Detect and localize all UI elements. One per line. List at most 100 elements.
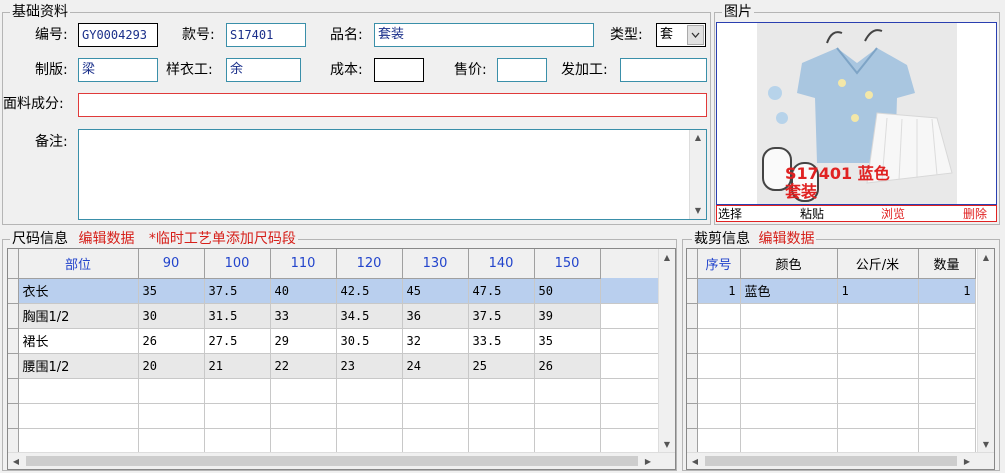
row-header[interactable] [8,378,19,404]
row-header[interactable] [687,328,698,354]
table-cell[interactable]: 23 [336,353,403,379]
pattern-field[interactable]: 梁 [78,58,158,82]
table-cell[interactable]: 22 [270,353,337,379]
table-cell[interactable]: 胸围1/2 [18,303,139,329]
table-cell[interactable]: 26 [138,328,205,354]
size-grid-hscroll-thumb[interactable] [26,456,638,466]
table-cell[interactable] [138,403,205,429]
table-cell[interactable]: 33 [270,303,337,329]
cut-grid-hscroll-thumb[interactable] [705,456,957,466]
col-header-part[interactable]: 部位 [18,249,139,279]
table-cell[interactable]: 1 [697,278,741,304]
table-cell[interactable] [270,403,337,429]
table-row[interactable] [8,403,659,429]
processor-field[interactable] [620,58,707,82]
fabric-field[interactable] [78,93,707,117]
table-cell[interactable]: 1 [918,278,976,304]
table-cell[interactable] [534,378,601,404]
row-header[interactable] [687,303,698,329]
table-cell[interactable]: 30.5 [336,328,403,354]
col-header-100[interactable]: 100 [204,249,271,279]
table-cell[interactable] [837,303,919,329]
table-cell[interactable] [740,403,838,429]
code-field[interactable]: GY0004293 [78,23,158,47]
table-row[interactable]: 裙长 26 27.5 29 30.5 32 33.5 35 [8,328,659,354]
table-cell[interactable]: 50 [534,278,601,304]
table-cell[interactable] [336,428,403,454]
scroll-down-icon[interactable]: ▼ [659,436,675,452]
table-cell[interactable] [336,403,403,429]
table-cell[interactable] [740,328,838,354]
table-row[interactable]: 衣长 35 37.5 40 42.5 45 47.5 50 [8,278,659,304]
table-cell[interactable]: 34.5 [336,303,403,329]
table-cell[interactable] [270,378,337,404]
scroll-up-icon[interactable]: ▲ [690,130,706,146]
table-cell[interactable] [697,428,741,454]
table-cell[interactable] [336,378,403,404]
row-header[interactable] [8,328,19,354]
table-row[interactable] [8,428,659,454]
table-cell[interactable]: 30 [138,303,205,329]
col-header-index[interactable]: 序号 [697,249,741,279]
table-cell[interactable] [468,378,535,404]
table-cell[interactable] [600,328,659,354]
scroll-left-icon[interactable]: ◀ [687,453,703,469]
style-field[interactable]: S17401 [226,23,306,47]
table-cell[interactable] [534,428,601,454]
remark-scrollbar[interactable]: ▲ ▼ [689,130,706,219]
photo-select-button[interactable]: 选择 [718,206,742,222]
col-header-color[interactable]: 颜色 [740,249,838,279]
row-header[interactable] [687,378,698,404]
size-grid-hscroll[interactable]: ◀ ▶ [8,452,675,469]
table-cell[interactable] [918,328,976,354]
table-cell[interactable] [740,303,838,329]
table-cell[interactable] [204,403,271,429]
cut-edit-button[interactable]: 编辑数据 [758,231,814,247]
table-cell[interactable]: 33.5 [468,328,535,354]
product-photo[interactable]: S17401 蓝色 套装 [716,22,997,205]
cost-field[interactable] [374,58,424,82]
size-grid-vscroll[interactable]: ▲ ▼ [658,249,675,452]
table-cell[interactable]: 24 [402,353,469,379]
table-cell[interactable] [837,403,919,429]
table-cell[interactable] [600,353,659,379]
table-cell[interactable]: 蓝色 [740,278,838,304]
row-header[interactable] [8,303,19,329]
table-row[interactable] [687,378,976,404]
table-cell[interactable] [270,428,337,454]
table-cell[interactable]: 36 [402,303,469,329]
row-header[interactable] [8,428,19,454]
table-cell[interactable] [837,353,919,379]
sample-worker-field[interactable]: 余 [226,58,301,82]
row-header[interactable] [8,353,19,379]
scroll-right-icon[interactable]: ▶ [959,453,975,469]
table-row[interactable] [687,353,976,379]
photo-delete-button[interactable]: 删除 [963,206,987,222]
name-field[interactable]: 套装 [374,23,594,47]
table-cell[interactable] [600,403,659,429]
table-cell[interactable] [837,428,919,454]
table-cell[interactable] [138,428,205,454]
table-cell[interactable] [740,428,838,454]
table-cell[interactable]: 39 [534,303,601,329]
cut-grid-vscroll[interactable]: ▲ ▼ [977,249,994,452]
scroll-left-icon[interactable]: ◀ [8,453,24,469]
row-header[interactable] [8,403,19,429]
table-cell[interactable]: 32 [402,328,469,354]
table-cell[interactable] [697,353,741,379]
table-cell[interactable]: 20 [138,353,205,379]
table-cell[interactable]: 42.5 [336,278,403,304]
table-cell[interactable]: 27.5 [204,328,271,354]
table-cell[interactable] [402,378,469,404]
table-row[interactable]: 腰围1/2 20 21 22 23 24 25 26 [8,353,659,379]
table-cell[interactable] [697,328,741,354]
col-header-kg-per-meter[interactable]: 公斤/米 [837,249,919,279]
remark-textarea[interactable]: ▲ ▼ [78,129,707,220]
cut-grid[interactable]: 序号 颜色 公斤/米 数量 1 蓝色 1 1 ▲ ▼ ◀ ▶ [686,248,995,470]
table-cell[interactable]: 31.5 [204,303,271,329]
table-cell[interactable] [18,378,139,404]
table-cell[interactable]: 37.5 [204,278,271,304]
table-cell[interactable] [534,403,601,429]
table-cell[interactable] [918,428,976,454]
table-cell[interactable] [697,403,741,429]
